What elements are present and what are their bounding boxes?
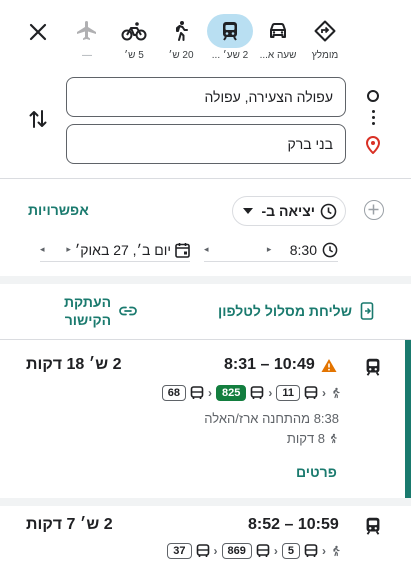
bus-icon [304, 386, 318, 399]
clock-icon [322, 242, 338, 257]
mode-bike-label: 5 ש׳ [124, 50, 144, 61]
mode-car[interactable]: שעה א... [255, 14, 301, 66]
bus-icon [196, 544, 209, 557]
bus-icon [190, 386, 204, 399]
date-picker[interactable]: ◂ ▸ יום ב׳, 27 באוק׳ [40, 238, 190, 262]
send-label: שליחת מסלול לטלפון [218, 303, 352, 319]
mode-flight[interactable]: — [64, 14, 110, 66]
mode-car-label: שעה א... [259, 50, 297, 61]
calendar-icon [175, 242, 190, 258]
chevron-right-icon: › [268, 386, 273, 400]
car-icon [270, 23, 286, 38]
copy-link-label-2: הקישור [64, 312, 112, 328]
route-times: 8:31 – 10:49 [224, 356, 315, 373]
send-to-phone-button[interactable]: שליחת מסלול לטלפון [218, 302, 374, 320]
destination-field[interactable]: בני ברק [66, 124, 346, 164]
walking-icon [333, 387, 340, 399]
train-icon [223, 22, 237, 41]
bus-icon [256, 544, 270, 557]
date-increment[interactable]: ▸ [66, 244, 71, 255]
bicycle-icon [121, 22, 147, 41]
warning-icon [321, 358, 337, 372]
time-picker[interactable]: ◂ ▸ 8:30 [204, 238, 338, 262]
date-value: יום ב׳, 27 באוק׳ [74, 241, 171, 258]
walking-icon [331, 433, 337, 444]
line-chip: 869 [221, 543, 252, 559]
mode-bike[interactable]: 5 ש׳ [111, 14, 157, 66]
line-chip: 11 [276, 385, 300, 401]
section-divider [0, 498, 411, 506]
line-chip: 68 [161, 385, 186, 401]
route-segments: › 5 › 869 › 37 [100, 543, 342, 559]
details-link[interactable]: פרטים [296, 464, 337, 480]
chevron-right-icon: › [208, 386, 212, 400]
mode-walk-label: 20 ש׳ [168, 50, 194, 61]
dots-icon [372, 110, 375, 125]
swap-button[interactable] [26, 106, 50, 132]
selected-indicator [405, 340, 411, 498]
date-decrement[interactable]: ◂ [40, 244, 45, 255]
options-link[interactable]: אפשרויות [28, 202, 89, 218]
chevron-down-icon [243, 208, 253, 214]
airplane-icon [77, 21, 96, 40]
clock-icon [320, 203, 337, 219]
plus-icon [368, 204, 379, 215]
time-value: 8:30 [289, 241, 317, 258]
add-stop-button[interactable] [364, 200, 384, 220]
close-button[interactable] [24, 20, 52, 44]
line-chip: 5 [281, 543, 300, 559]
mode-walk[interactable]: 20 ש׳ [158, 14, 204, 66]
depart-label: יציאה ב- [261, 203, 316, 219]
close-icon [29, 23, 47, 41]
chevron-right-icon: › [322, 386, 326, 400]
time-decrement[interactable]: ◂ [204, 244, 209, 255]
link-icon [119, 306, 137, 316]
line-chip: 37 [167, 543, 192, 559]
bus-icon [251, 386, 264, 399]
origin-field[interactable]: עפולה הצעירה, עפולה [66, 77, 346, 117]
train-icon [366, 358, 380, 376]
mode-transit[interactable]: 2 שע׳ ... [207, 14, 253, 66]
route-card[interactable]: 8:31 – 10:49 2 ש׳ 18 דקות › 11 › 825 › 6… [0, 340, 411, 498]
header-divider [0, 178, 411, 179]
destination-pin-icon [365, 135, 381, 159]
copy-link-button[interactable]: העתקת הקישור [64, 294, 137, 328]
route-times: 8:52 – 10:59 [248, 516, 339, 533]
origin-dot-icon [367, 90, 379, 102]
mode-flight-label: — [82, 50, 92, 61]
route-segments: › 11 › 825 › 68 [96, 385, 342, 401]
route-card[interactable]: 8:52 – 10:59 2 ש׳ 7 דקות › 5 › 869 › 37 [0, 506, 411, 579]
bus-icon [304, 544, 318, 557]
walking-icon [176, 21, 188, 41]
chevron-right-icon: › [322, 544, 326, 558]
train-icon [366, 517, 380, 535]
chevron-right-icon: › [213, 544, 218, 558]
route-duration: 2 ש׳ 7 דקות [26, 516, 113, 533]
send-to-phone-icon [360, 302, 374, 320]
depart-dropdown[interactable]: יציאה ב- [232, 196, 346, 226]
walking-icon [333, 545, 340, 557]
walk-duration: 8 דקות [286, 431, 325, 446]
swap-icon [29, 110, 47, 128]
section-divider [0, 276, 411, 284]
mode-best-label: מומלץ [311, 50, 339, 61]
mode-best[interactable]: מומלץ [302, 14, 348, 66]
route-duration: 2 ש׳ 18 דקות [26, 356, 122, 373]
copy-link-label-1: העתקת [64, 294, 112, 310]
departure-stop: 8:38 מהתחנה ארז/האלה [204, 411, 339, 426]
line-chip: 825 [216, 385, 247, 401]
time-increment[interactable]: ▸ [267, 244, 272, 255]
chevron-right-icon: › [273, 544, 278, 558]
mode-transit-label: 2 שע׳ ... [211, 50, 249, 61]
route-diamond-icon [314, 20, 336, 42]
